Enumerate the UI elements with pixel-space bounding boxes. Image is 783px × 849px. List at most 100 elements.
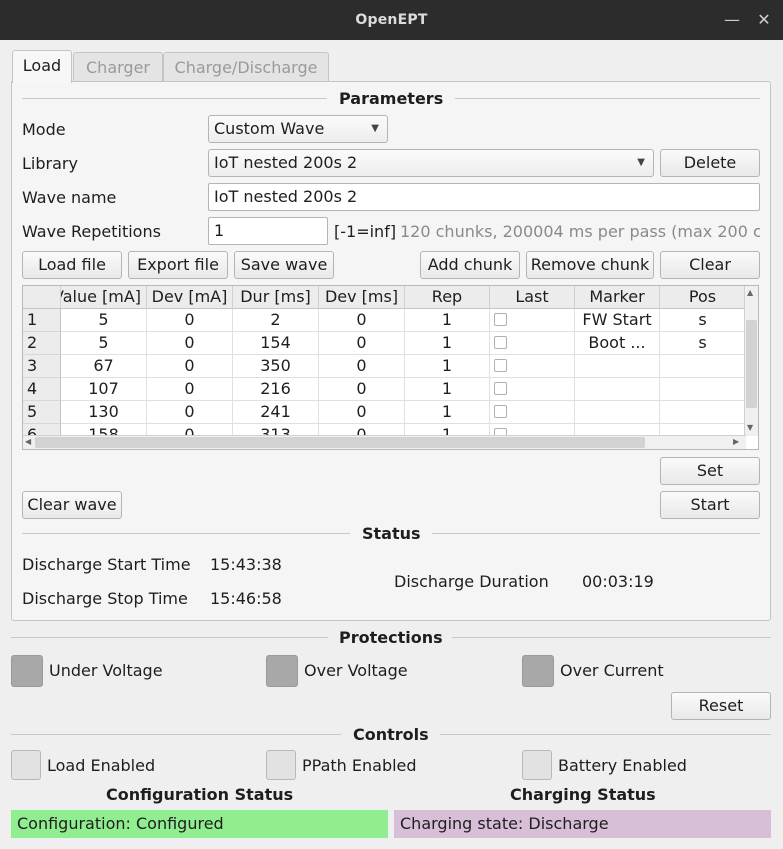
column-header-last[interactable]: Last	[490, 286, 575, 309]
table-cell[interactable]: 130	[61, 401, 147, 424]
last-checkbox[interactable]	[494, 336, 507, 349]
minimize-icon[interactable]: —	[720, 8, 744, 32]
table-cell[interactable]	[490, 332, 575, 355]
save-wave-button[interactable]: Save wave	[234, 251, 334, 279]
over-voltage-indicator	[266, 655, 298, 687]
load-enabled-checkbox[interactable]	[11, 750, 41, 780]
row-header[interactable]: 2	[23, 332, 61, 355]
delete-button[interactable]: Delete	[660, 149, 760, 177]
scroll-left-icon[interactable]: ◀	[25, 437, 31, 446]
tab-charge-discharge[interactable]: Charge/Discharge	[163, 52, 329, 82]
table-cell[interactable]: 0	[147, 401, 233, 424]
last-checkbox[interactable]	[494, 405, 507, 418]
close-icon[interactable]: ✕	[752, 8, 776, 32]
table-cell[interactable]: 5	[61, 332, 147, 355]
vertical-scrollbar[interactable]: ▲ ▼	[744, 286, 758, 436]
table-cell[interactable]: 5	[61, 309, 147, 332]
library-select[interactable]: IoT nested 200s 2 ▼	[208, 149, 654, 177]
table-cell[interactable]: FW Start	[575, 309, 660, 332]
table-cell[interactable]	[575, 401, 660, 424]
reset-button[interactable]: Reset	[671, 692, 771, 720]
wave-repetitions-input[interactable]: 1	[208, 217, 328, 245]
table-cell[interactable]	[490, 401, 575, 424]
table-cell[interactable]: s	[660, 309, 746, 332]
table-cell[interactable]: 1	[405, 355, 490, 378]
table-cell[interactable]: Boot ...	[575, 332, 660, 355]
start-button[interactable]: Start	[660, 491, 760, 519]
table-cell[interactable]: 0	[319, 355, 405, 378]
battery-enabled-checkbox[interactable]	[522, 750, 552, 780]
table-cell[interactable]: 154	[233, 332, 319, 355]
column-header-marker[interactable]: Marker	[575, 286, 660, 309]
table-cell[interactable]: 241	[233, 401, 319, 424]
mode-select[interactable]: Custom Wave ▼	[208, 115, 388, 143]
row-header[interactable]: 3	[23, 355, 61, 378]
table-cell[interactable]: 1	[405, 332, 490, 355]
scroll-right-icon[interactable]: ▶	[733, 437, 739, 446]
last-checkbox[interactable]	[494, 359, 507, 372]
table-cell[interactable]	[660, 355, 746, 378]
table-cell[interactable]: 350	[233, 355, 319, 378]
table-cell[interactable]: 1	[405, 309, 490, 332]
last-checkbox[interactable]	[494, 313, 507, 326]
scrollbar-thumb[interactable]	[35, 437, 645, 448]
clear-button[interactable]: Clear	[660, 251, 760, 279]
table-cell[interactable]: 0	[319, 401, 405, 424]
table-cell[interactable]: 0	[319, 378, 405, 401]
column-header-rep[interactable]: Rep	[405, 286, 490, 309]
table-cell[interactable]	[660, 378, 746, 401]
chunk-table[interactable]: Value [mA] Dev [mA] Dur [ms] Dev [ms] Re…	[22, 285, 759, 450]
table-cell[interactable]: 0	[147, 355, 233, 378]
table-cell[interactable]: 0	[319, 309, 405, 332]
set-button[interactable]: Set	[660, 457, 760, 485]
ppath-enabled-checkbox[interactable]	[266, 750, 296, 780]
scroll-down-icon[interactable]: ▼	[747, 423, 753, 432]
column-header-value[interactable]: Value [mA]	[61, 286, 147, 309]
charging-status-bar: Charging state: Discharge	[394, 810, 771, 838]
column-header-dur[interactable]: Dur [ms]	[233, 286, 319, 309]
column-header-dev-ma[interactable]: Dev [mA]	[147, 286, 233, 309]
table-cell[interactable]: 2	[233, 309, 319, 332]
table-cell[interactable]	[490, 355, 575, 378]
column-header-dev-ms[interactable]: Dev [ms]	[319, 286, 405, 309]
tab-charger[interactable]: Charger	[73, 52, 163, 82]
window-title: OpenEPT	[355, 12, 428, 28]
configuration-status-bar: Configuration: Configured	[11, 810, 388, 838]
add-chunk-button[interactable]: Add chunk	[420, 251, 520, 279]
table-cell[interactable]: 0	[319, 332, 405, 355]
last-checkbox[interactable]	[494, 382, 507, 395]
divider	[11, 734, 341, 735]
table-cell[interactable]	[490, 378, 575, 401]
row-header[interactable]: 4	[23, 378, 61, 401]
table-cell[interactable]: 216	[233, 378, 319, 401]
wave-name-input[interactable]: IoT nested 200s 2	[208, 183, 760, 211]
under-voltage-indicator	[11, 655, 43, 687]
table-cell[interactable]	[660, 401, 746, 424]
table-cell[interactable]: 107	[61, 378, 147, 401]
column-header-pos[interactable]: Pos	[660, 286, 746, 309]
table-cell[interactable]: 67	[61, 355, 147, 378]
table-cell[interactable]: 1	[405, 378, 490, 401]
divider	[11, 637, 328, 638]
horizontal-scrollbar[interactable]: ◀ ▶	[23, 435, 746, 449]
table-cell[interactable]: 0	[147, 332, 233, 355]
discharge-duration-label: Discharge Duration	[394, 572, 549, 591]
parameters-title: Parameters	[339, 89, 444, 108]
row-header[interactable]: 1	[23, 309, 61, 332]
table-cell[interactable]: 0	[147, 309, 233, 332]
table-cell[interactable]: 1	[405, 401, 490, 424]
controls-title: Controls	[353, 725, 429, 744]
load-file-button[interactable]: Load file	[22, 251, 122, 279]
scrollbar-thumb[interactable]	[746, 320, 757, 408]
table-cell[interactable]: 0	[147, 378, 233, 401]
clear-wave-button[interactable]: Clear wave	[22, 491, 122, 519]
table-cell[interactable]	[575, 355, 660, 378]
row-header[interactable]: 5	[23, 401, 61, 424]
table-cell[interactable]: s	[660, 332, 746, 355]
tab-load[interactable]: Load	[12, 50, 72, 83]
scroll-up-icon[interactable]: ▲	[747, 288, 753, 297]
table-cell[interactable]	[490, 309, 575, 332]
export-file-button[interactable]: Export file	[128, 251, 228, 279]
table-cell[interactable]	[575, 378, 660, 401]
remove-chunk-button[interactable]: Remove chunk	[526, 251, 654, 279]
